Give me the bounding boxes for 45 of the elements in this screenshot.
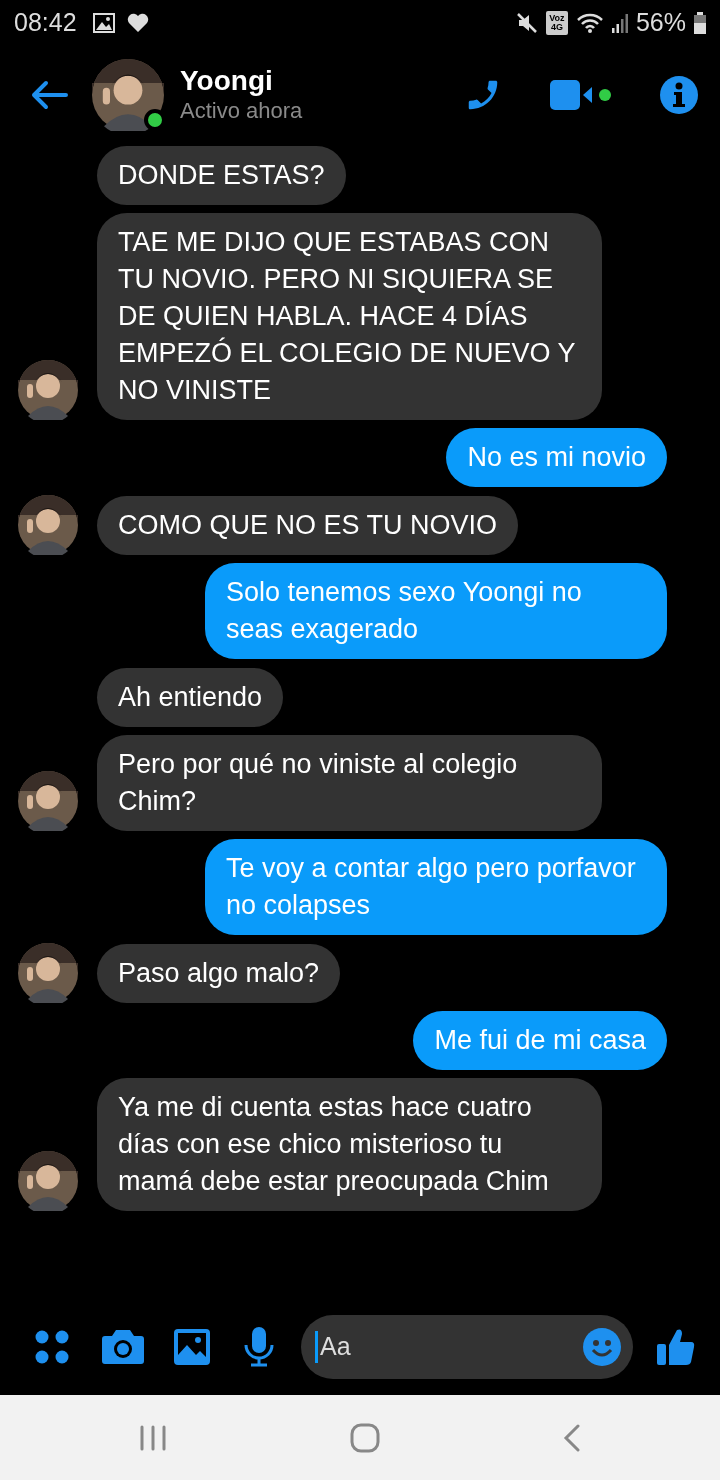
microphone-icon [244, 1326, 274, 1367]
message-bubble: Solo tenemos sexo Yoongi no seas exagerado [205, 563, 667, 659]
recent-apps-button[interactable] [139, 1424, 168, 1451]
voice-button[interactable] [244, 1326, 274, 1367]
video-camera-icon [550, 78, 612, 112]
home-button[interactable] [350, 1422, 380, 1453]
message-bubble: Paso algo malo? [97, 944, 341, 1003]
contact-name: Yoongi [180, 65, 274, 97]
camera-icon [102, 1329, 144, 1364]
battery-icon [694, 11, 706, 34]
mute-icon [515, 11, 538, 34]
message-bubble: COMO QUE NO ES TU NOVIO [97, 496, 519, 555]
back-icon [30, 80, 68, 110]
video-call-button[interactable] [550, 78, 612, 112]
apps-icon [35, 1329, 69, 1364]
message-bubble: DONDE ESTAS? [97, 146, 346, 205]
message-field[interactable]: Aa [301, 1314, 633, 1379]
clock-time: 08:42 [14, 6, 77, 38]
back-nav-button[interactable] [562, 1423, 581, 1452]
battery-percent: 56% [635, 6, 686, 38]
more-button[interactable] [35, 1329, 69, 1364]
image-icon [174, 1328, 210, 1365]
message-bubble: Ya me di cuenta estas hace cuatro días con ese chico misterioso tu mamá debe estar preocupada Chim [97, 1078, 602, 1211]
signal-icon [611, 12, 628, 33]
recent-apps-icon [139, 1424, 168, 1451]
emoji-icon[interactable] [583, 1327, 621, 1366]
message-bubble: Pero por qué no viniste al colegio Chim? [97, 735, 602, 831]
gallery-button[interactable] [174, 1328, 210, 1365]
back-button[interactable] [30, 80, 68, 110]
back-icon [562, 1423, 581, 1452]
home-icon [350, 1422, 380, 1453]
camera-button[interactable] [102, 1329, 144, 1364]
message-bubble: Me fui de mi casa [413, 1011, 667, 1070]
image-icon [92, 12, 115, 33]
info-icon [660, 76, 698, 114]
presence-status: Activo ahora [180, 97, 303, 125]
message-bubble: No es mi novio [446, 428, 667, 487]
info-button[interactable] [660, 76, 698, 114]
message-bubble: TAE ME DIJO QUE ESTABAS CON TU NOVIO. PERO NI SIQUIERA SE DE QUIEN HABLA. HACE 4 DÍAS EMPEZÓ EL COLEGIO DE NUEVO Y NO VINISTE [97, 213, 602, 420]
wifi-icon [575, 11, 604, 34]
message-input[interactable]: Aa [318, 1326, 583, 1367]
message-bubble: Ah entiendo [97, 668, 284, 727]
message-bubble: Te voy a contar algo pero porfavor no colapses [205, 839, 667, 935]
network-badge: Voz 4G [545, 10, 568, 35]
heart-icon [126, 12, 149, 33]
